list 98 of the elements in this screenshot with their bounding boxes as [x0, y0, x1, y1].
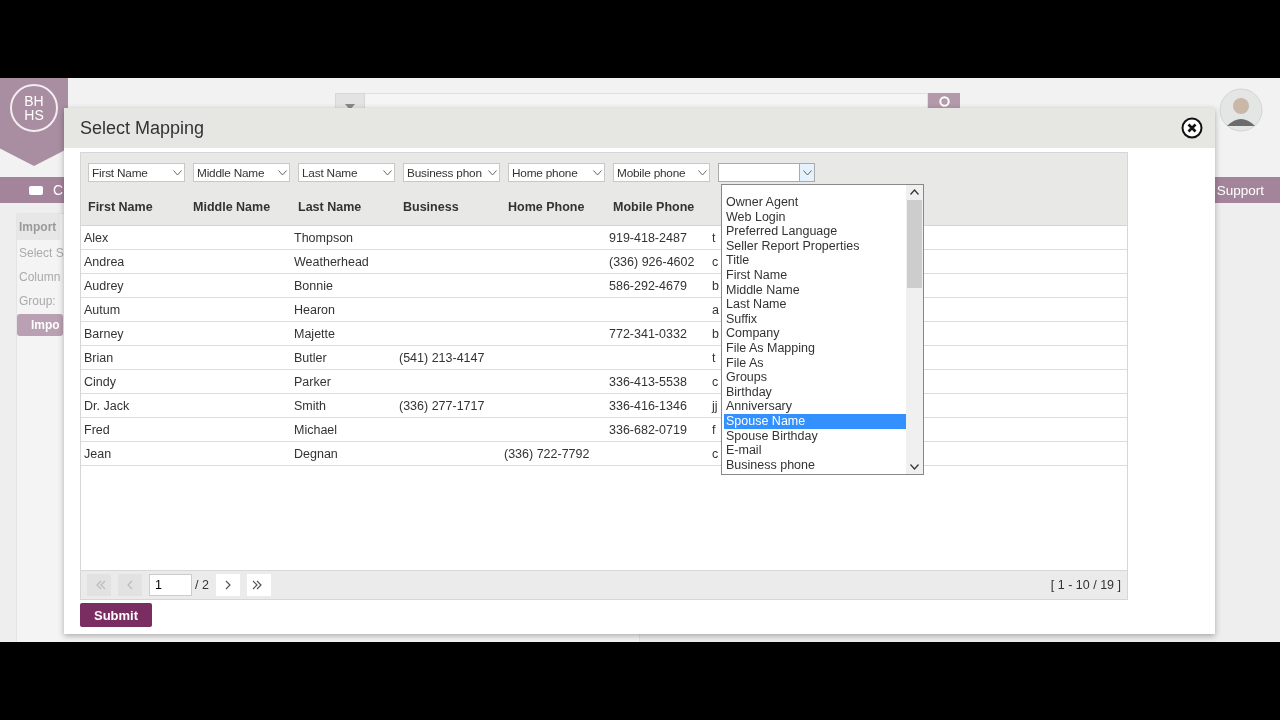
dropdown-option[interactable]: Spouse Birthday [724, 428, 906, 444]
table-cell: Barney [84, 326, 124, 341]
dropdown-option[interactable]: Groups [724, 370, 906, 385]
dropdown-option[interactable]: Last Name [724, 297, 906, 312]
dropdown-option[interactable]: Anniversary [724, 399, 906, 414]
page-field[interactable]: 1 [149, 574, 192, 596]
table-cell: Smith [294, 398, 326, 413]
table-cell: c [712, 374, 719, 389]
chevron-down-icon [277, 169, 287, 176]
mapping-select[interactable]: Last Name [298, 163, 395, 182]
scrollbar-thumb[interactable] [907, 200, 922, 288]
table-cell: Jean [84, 446, 112, 461]
chevron-down-icon [487, 169, 497, 176]
dropdown-option[interactable]: Title [724, 253, 906, 268]
close-icon[interactable] [1181, 117, 1203, 139]
chevron-down-icon [172, 169, 182, 176]
dialog-title: Select Mapping [80, 117, 206, 139]
chevron-up-icon [910, 189, 919, 195]
table-cell: Degnan [294, 446, 338, 461]
record-range: [ 1 - 10 / 19 ] [1050, 578, 1121, 592]
table-cell: f [712, 422, 716, 437]
pager-button[interactable] [246, 574, 271, 596]
dropdown-option[interactable]: Preferred Language [724, 224, 906, 239]
dropdown-option[interactable]: File As Mapping [724, 340, 906, 356]
table-cell: t [712, 350, 716, 365]
dropdown-option[interactable]: E-mail [724, 443, 906, 458]
table-cell: Bonnie [294, 278, 333, 293]
chevron-down-icon [592, 169, 602, 176]
dropdown-option[interactable]: Seller Report Properties [724, 238, 906, 254]
table-cell: (336) 277-1717 [399, 398, 485, 413]
table-cell: Butler [294, 350, 327, 365]
dropdown-option[interactable]: First Name [724, 267, 906, 283]
table-cell: b [712, 278, 719, 293]
panel-label: Group: [18, 293, 57, 310]
table-cell: Brian [84, 350, 114, 365]
table-cell: jj [712, 398, 718, 413]
scrollbar[interactable] [906, 185, 923, 474]
table-cell: (541) 213-4147 [399, 350, 485, 365]
chevron-down-icon [382, 169, 392, 176]
table-cell: c [712, 254, 719, 269]
mapping-select[interactable]: Home phone [508, 163, 605, 182]
table-cell: Cindy [84, 374, 116, 389]
table-cell: Michael [294, 422, 338, 437]
table-cell: Alex [84, 230, 109, 245]
table-cell: 336-416-1346 [609, 398, 687, 413]
table-cell: Thompson [294, 230, 354, 245]
dropdown-option[interactable]: Owner Agent [724, 195, 906, 210]
mapping-select[interactable]: Middle Name [193, 163, 290, 182]
column-header[interactable]: First Name [81, 200, 186, 214]
mapping-select[interactable]: Mobile phone [613, 163, 710, 182]
mapping-select[interactable]: Business phon [403, 163, 500, 182]
dropdown-option[interactable]: Suffix [724, 311, 906, 327]
table-cell: 586-292-4679 [609, 278, 687, 293]
column-header[interactable]: Home Phone [501, 200, 606, 214]
table-cell: b [712, 326, 719, 341]
table-cell: Parker [294, 374, 331, 389]
logo-text: BH [24, 94, 44, 108]
table-cell: Majette [294, 326, 335, 341]
caret-icon [345, 104, 355, 110]
table-cell: Hearon [294, 302, 335, 317]
mapping-select[interactable]: First Name [88, 163, 185, 182]
mapping-select[interactable] [718, 163, 815, 182]
table-cell: Andrea [84, 254, 125, 269]
table-cell: Fred [84, 422, 110, 437]
avatar[interactable] [1219, 88, 1263, 132]
table-cell: a [712, 302, 719, 317]
column-header[interactable]: Last Name [291, 200, 396, 214]
search-icon [938, 96, 950, 107]
chevron-down-icon [910, 464, 919, 470]
column-header[interactable]: Mobile Phone [606, 200, 711, 214]
table-cell: (336) 926-4602 [609, 254, 695, 269]
dropdown-option[interactable]: Business phone [724, 457, 906, 473]
submit-button[interactable]: Submit [80, 603, 152, 627]
chevron-down-icon [802, 169, 812, 176]
chevron-down-icon [697, 169, 707, 176]
dropdown-option[interactable]: File As [724, 355, 906, 371]
table-cell: 772-341-0332 [609, 326, 687, 341]
table-cell: Autum [84, 302, 121, 317]
table-cell: Audrey [84, 278, 124, 293]
table-cell: Weatherhead [294, 254, 369, 269]
column-header[interactable]: Business [396, 200, 501, 214]
table-cell: 336-682-0719 [609, 422, 687, 437]
table-cell: (336) 722-7792 [504, 446, 590, 461]
panel-title: Import [17, 214, 61, 240]
dropdown-option[interactable]: Web Login [724, 209, 906, 225]
table-cell: c [712, 446, 719, 461]
dropdown-option[interactable]: Company [724, 326, 906, 341]
dropdown-option[interactable]: Birthday [724, 384, 906, 400]
panel-label: Select S [18, 245, 65, 262]
table-cell: Dr. Jack [84, 398, 130, 413]
column-header[interactable]: Middle Name [186, 200, 291, 214]
table-cell: 336-413-5538 [609, 374, 687, 389]
table-cell: t [712, 230, 716, 245]
logo-text: HS [24, 108, 44, 122]
panel-label: Column [18, 269, 62, 286]
table-cell: 919-418-2487 [609, 230, 687, 245]
dropdown-option[interactable]: Middle Name [724, 282, 906, 298]
page-total: / 2 [195, 578, 209, 592]
